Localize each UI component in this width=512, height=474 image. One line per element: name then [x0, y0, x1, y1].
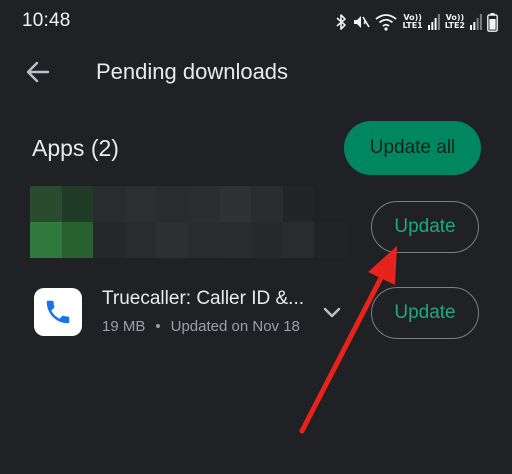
status-time: 10:48	[22, 10, 71, 31]
update-all-button[interactable]: Update all	[344, 121, 481, 175]
wifi-icon	[375, 13, 398, 31]
sim2-volte-indicator: Vo)) LTE2	[445, 14, 465, 30]
apps-section-title: Apps (2)	[32, 135, 119, 161]
phone-icon	[46, 300, 70, 324]
pending-downloads-screen: 10:48 Vo)) LTE1 Vo)) LTE2 Pending downlo…	[0, 0, 512, 474]
back-arrow-icon[interactable]	[24, 58, 52, 86]
signal-icon	[470, 14, 482, 30]
app-updated-date: Updated on Nov 18	[170, 318, 300, 335]
sim2-volte-bottom: LTE2	[444, 21, 465, 30]
page-title: Pending downloads	[96, 59, 289, 84]
sim1-volte-bottom: LTE1	[402, 21, 423, 30]
truecaller-app-icon[interactable]	[34, 288, 82, 336]
chevron-down-icon[interactable]	[320, 300, 344, 324]
app-size: 19 MB	[102, 318, 146, 335]
mute-icon	[352, 13, 371, 31]
app-meta-truecaller: 19 MB • Updated on Nov 18	[102, 318, 300, 335]
bluetooth-icon	[335, 13, 347, 31]
sim1-volte-indicator: Vo)) LTE1	[402, 14, 422, 30]
status-icons: Vo)) LTE1 Vo)) LTE2	[335, 10, 498, 34]
app-name-truecaller[interactable]: Truecaller: Caller ID &...	[102, 288, 304, 310]
battery-icon	[487, 12, 498, 32]
update-button-app-1[interactable]: Update	[371, 201, 479, 253]
signal-icon	[427, 14, 440, 30]
obscured-app-row[interactable]	[30, 186, 346, 258]
meta-separator: •	[155, 318, 161, 335]
status-bar: 10:48 Vo)) LTE1 Vo)) LTE2	[0, 0, 512, 44]
update-button-truecaller[interactable]: Update	[371, 287, 479, 339]
